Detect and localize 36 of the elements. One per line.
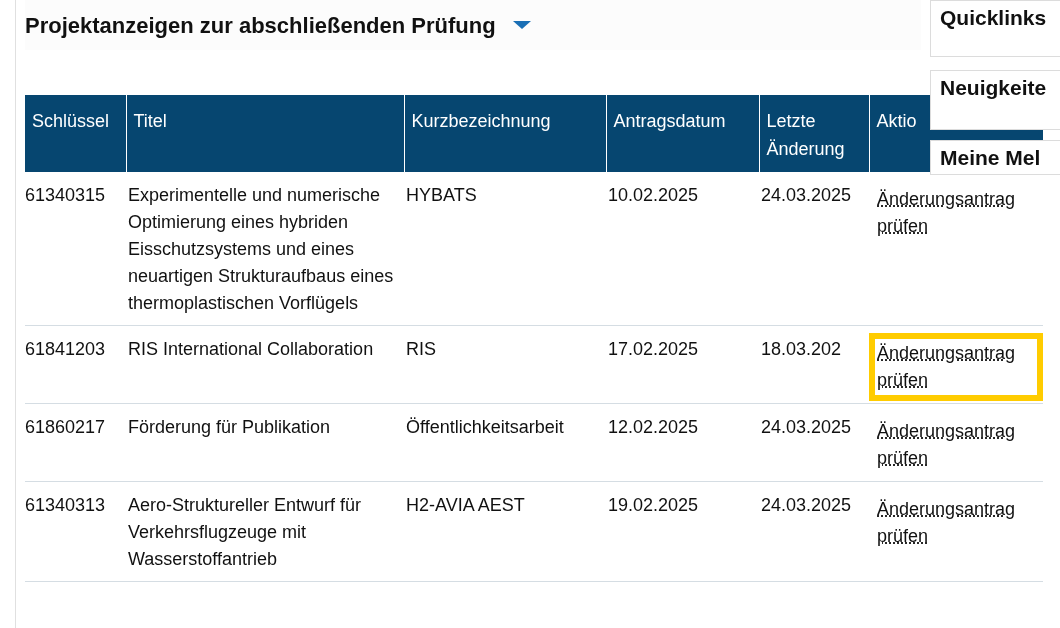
table-cell: 61841203 — [25, 325, 126, 404]
sidebar-panel[interactable]: Quicklinks — [930, 0, 1060, 57]
table-cell: H2-AVIA AEST — [404, 481, 606, 582]
panel-title: Neuigkeite — [940, 76, 1047, 99]
table-cell: Förderung für Publikation — [126, 403, 404, 482]
table-cell: 17.02.2025 — [606, 325, 759, 404]
table-cell: RIS International Collaboration — [126, 325, 404, 404]
table-cell: 19.02.2025 — [606, 481, 759, 582]
table-cell: 24.03.2025 — [759, 481, 869, 582]
action-link[interactable]: Änderungsantrag prüfen — [869, 179, 1043, 247]
table-cell: HYBATS — [404, 172, 606, 326]
table-cell: 24.03.2025 — [759, 172, 869, 326]
column-header: Titel — [126, 95, 404, 172]
table-cell: 18.03.202 — [759, 325, 869, 404]
column-header: Antragsdatum — [606, 95, 759, 172]
table-cell: Experimentelle und numerische Optimierung eines hybriden Eisschutzsystems und eines neuartigen Strukturaufbaus eines thermoplastischen Vorflügels — [126, 172, 404, 326]
sidebar-panel[interactable]: Neuigkeite — [930, 70, 1060, 130]
table-cell: 61340315 — [25, 172, 126, 326]
table-cell: 24.03.2025 — [759, 403, 869, 482]
sidebar-panel[interactable]: Meine Mel — [930, 140, 1060, 175]
column-header: Kurzbezeichnung — [404, 95, 606, 172]
action-link[interactable]: Änderungsantrag prüfen — [869, 489, 1043, 557]
section-title: Projektanzeigen zur abschließenden Prüfung — [25, 11, 496, 40]
panel-title: Meine Mel — [940, 146, 1041, 169]
table-cell: 61340313 — [25, 481, 126, 582]
table-cell: Öffentlichkeitsarbeit — [404, 403, 606, 482]
table-cell: 12.02.2025 — [606, 403, 759, 482]
panel-title: Quicklinks — [940, 6, 1047, 29]
table-cell: 10.02.2025 — [606, 172, 759, 326]
table-cell: 61860217 — [25, 403, 126, 482]
column-header: Schlüssel — [25, 95, 126, 172]
table-cell: Aero-Struktureller Entwurf für Verkehrsflugzeuge mit Wasserstoffantrieb — [126, 481, 404, 582]
column-header: Letzte Änderung — [759, 95, 869, 172]
table-cell: RIS — [404, 325, 606, 404]
action-link[interactable]: Änderungsantrag prüfen — [869, 333, 1043, 401]
action-link[interactable]: Änderungsantrag prüfen — [869, 411, 1043, 479]
